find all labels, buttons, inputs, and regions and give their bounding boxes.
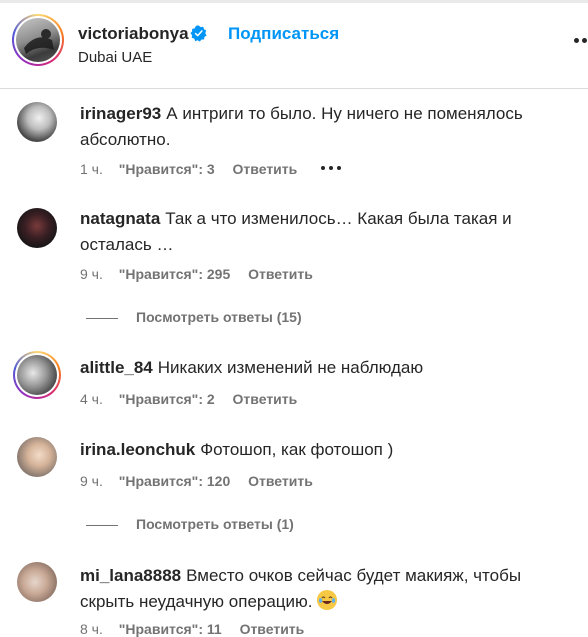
commenter-avatar[interactable] [17, 208, 57, 248]
comment-time[interactable]: 9 ч. [80, 266, 103, 282]
author-avatar[interactable] [12, 14, 64, 66]
comment-meta: 4 ч. "Нравится": 2 Ответить [80, 391, 297, 407]
reply-button[interactable]: Ответить [248, 266, 313, 282]
comment-options-icon[interactable] [321, 166, 343, 170]
comment-likes[interactable]: "Нравится": 2 [119, 391, 215, 407]
reply-button[interactable]: Ответить [248, 473, 313, 489]
comment-text-block: irinager93 А интриги то было. Ну ничего н… [80, 101, 550, 153]
comment-meta: 9 ч. "Нравится": 120 Ответить [80, 473, 313, 489]
reply-button[interactable]: Ответить [233, 391, 298, 407]
view-replies-label: Посмотреть ответы (1) [136, 516, 294, 532]
view-replies-button[interactable]: Посмотреть ответы (15) [86, 309, 302, 325]
post-location[interactable]: Dubai UAE [78, 49, 152, 66]
follow-button[interactable]: Подписаться [228, 24, 339, 44]
more-horizontal-icon[interactable] [574, 38, 588, 44]
comment-time[interactable]: 9 ч. [80, 473, 103, 489]
view-replies-button[interactable]: Посмотреть ответы (1) [86, 516, 294, 532]
comment-text-block: irina.leonchuk Фотошоп, как фотошоп ) [80, 437, 550, 463]
commenter-avatar[interactable] [17, 562, 57, 602]
replies-divider [86, 524, 118, 526]
commenter-avatar[interactable] [17, 102, 57, 142]
replies-divider [86, 317, 118, 319]
comment-likes[interactable]: "Нравится": 295 [119, 266, 230, 282]
verified-badge-icon [190, 25, 207, 42]
comment-username[interactable]: mi_lana8888 [80, 566, 181, 585]
view-replies-label: Посмотреть ответы (15) [136, 309, 302, 325]
commenter-avatar[interactable] [13, 351, 61, 399]
comment-likes[interactable]: "Нравится": 120 [119, 473, 230, 489]
laughing-crying-emoji [317, 590, 338, 610]
comment-username[interactable]: irina.leonchuk [80, 440, 195, 459]
post-header: victoriabonya Подписаться Dubai UAE [0, 0, 588, 89]
reply-button[interactable]: Ответить [240, 621, 305, 637]
comment-time[interactable]: 8 ч. [80, 621, 103, 637]
comment-time[interactable]: 4 ч. [80, 391, 103, 407]
comment-text-block: alittle_84 Никаких изменений не наблюдаю [80, 355, 550, 381]
comment-time[interactable]: 1 ч. [80, 161, 103, 177]
comment-likes[interactable]: "Нравится": 3 [119, 161, 215, 177]
comment-likes[interactable]: "Нравится": 11 [119, 621, 222, 637]
comment-username[interactable]: natagnata [80, 209, 160, 228]
comment-text-block: natagnata Так а что изменилось… Какая был… [80, 206, 550, 258]
comment-body: Никаких изменений не наблюдаю [157, 358, 424, 377]
comment-body: Фотошоп, как фотошоп ) [200, 440, 394, 459]
comment-username[interactable]: alittle_84 [80, 358, 153, 377]
author-username[interactable]: victoriabonya [78, 24, 189, 44]
comment-meta: 9 ч. "Нравится": 295 Ответить [80, 266, 313, 282]
commenter-avatar[interactable] [17, 437, 57, 477]
comment-username[interactable]: irinager93 [80, 104, 161, 123]
comment-text-block: mi_lana8888 Вместо очков сейчас будет мак… [80, 563, 550, 615]
comment-meta: 8 ч. "Нравится": 11 Ответить [80, 621, 304, 637]
comment-meta: 1 ч. "Нравится": 3 Ответить [80, 161, 297, 177]
reply-button[interactable]: Ответить [233, 161, 298, 177]
